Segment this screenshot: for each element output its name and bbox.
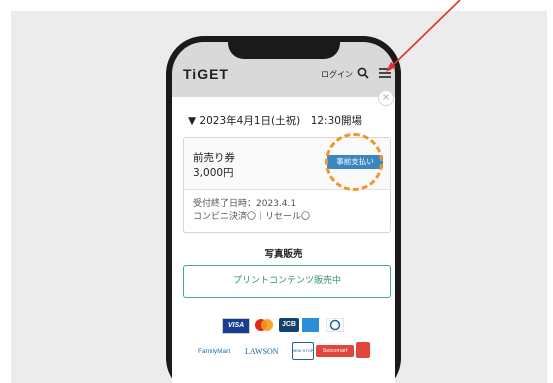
jcb-logo-text: JCB xyxy=(281,321,296,328)
phone-notch xyxy=(228,36,340,59)
daily-yamazaki-logo xyxy=(356,342,370,358)
print-content-button[interactable]: プリントコンテンツ販売中 xyxy=(183,265,391,298)
close-icon[interactable]: × xyxy=(378,90,394,106)
lawson-logo: LAWSON xyxy=(245,345,287,358)
highlight-circle xyxy=(325,133,383,191)
screenshot-stage: TiGET ログイン × ▼ 2023年4月1日(土祝) 12:30開場 前売り… xyxy=(0,0,553,383)
ticket-deadline: 受付終了日時：2023.4.1 xyxy=(193,199,297,209)
jcb-logo: JCB xyxy=(279,318,299,332)
tiget-logo[interactable]: TiGET xyxy=(183,66,229,82)
lawson-logo-text: LAWSON xyxy=(245,347,279,356)
photo-sales-title: 写真販売 xyxy=(264,249,303,260)
seicomart-logo: Seicomart xyxy=(316,345,354,357)
amex-logo xyxy=(302,318,319,332)
ministop-logo: MINI STOP xyxy=(292,342,314,360)
event-datetime: ▼ 2023年4月1日(土祝) 12:30開場 xyxy=(188,115,362,127)
ticket-name: 前売り券 xyxy=(193,152,235,164)
visa-logo-text: VISA xyxy=(227,322,245,329)
familymart-logo-text: FamilyMart xyxy=(198,348,231,355)
diners-logo xyxy=(326,318,344,332)
seicomart-logo-text: Seicomart xyxy=(322,348,348,354)
ministop-logo-text: MINI STOP xyxy=(293,348,313,353)
mastercard-logo xyxy=(255,319,273,331)
ticket-price: 3,000円 xyxy=(193,167,234,179)
ticket-options: コンビニ決済〇｜リセール〇 xyxy=(193,212,311,222)
familymart-logo: FamilyMart xyxy=(198,346,242,358)
hamburger-menu-icon[interactable] xyxy=(378,66,392,80)
login-link[interactable]: ログイン xyxy=(321,69,353,80)
search-icon[interactable] xyxy=(357,67,369,79)
visa-logo: VISA xyxy=(222,318,250,334)
